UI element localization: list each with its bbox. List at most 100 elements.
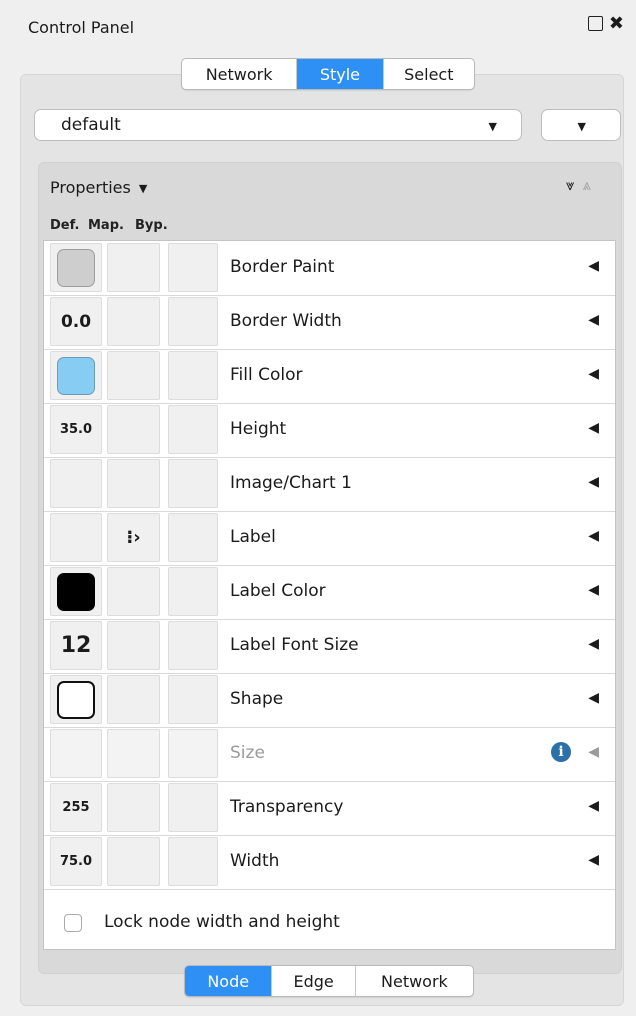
mapping-cell[interactable] bbox=[107, 405, 160, 454]
property-row-image-chart[interactable]: Image/Chart 1 ◀ bbox=[44, 457, 615, 512]
default-value-cell[interactable] bbox=[50, 459, 102, 508]
bypass-cell[interactable] bbox=[168, 783, 218, 832]
tab-style[interactable]: Style bbox=[297, 59, 384, 89]
collapse-all-icon[interactable]: ⩓ bbox=[582, 176, 590, 194]
lock-size-checkbox[interactable] bbox=[64, 914, 82, 932]
property-row-height[interactable]: 35.0 Height ◀ bbox=[44, 403, 615, 458]
style-options-button[interactable]: ▼ bbox=[541, 109, 621, 141]
property-row-border-width[interactable]: 0.0 Border Width ◀ bbox=[44, 295, 615, 350]
mapping-cell[interactable] bbox=[107, 351, 160, 400]
expand-arrow-icon[interactable]: ◀ bbox=[588, 690, 599, 706]
expand-arrow-icon[interactable]: ◀ bbox=[588, 312, 599, 328]
property-name: Width bbox=[230, 851, 280, 871]
default-value-cell[interactable] bbox=[50, 567, 102, 616]
bypass-cell[interactable] bbox=[168, 567, 218, 616]
property-row-width[interactable]: 75.0 Width ◀ bbox=[44, 835, 615, 890]
chevron-down-icon: ▼ bbox=[488, 120, 497, 133]
lock-size-label[interactable]: Lock node width and height bbox=[104, 912, 340, 932]
rectangle-shape-icon bbox=[57, 680, 95, 719]
mapping-cell[interactable] bbox=[107, 243, 160, 292]
bypass-cell[interactable] bbox=[168, 621, 218, 670]
default-value-cell[interactable] bbox=[50, 351, 102, 400]
default-value: 75.0 bbox=[59, 854, 93, 869]
mapping-cell[interactable] bbox=[107, 297, 160, 346]
default-value-cell[interactable]: 35.0 bbox=[50, 405, 102, 454]
expand-arrow-icon[interactable]: ◀ bbox=[588, 582, 599, 598]
default-value-cell[interactable] bbox=[50, 243, 102, 292]
chevron-down-icon: ▼ bbox=[577, 120, 586, 133]
expand-arrow-icon[interactable]: ◀ bbox=[588, 474, 599, 490]
mapping-cell[interactable] bbox=[107, 459, 160, 508]
bypass-cell[interactable] bbox=[168, 675, 218, 724]
tab-select[interactable]: Select bbox=[384, 59, 474, 89]
expand-arrow-icon[interactable]: ◀ bbox=[588, 366, 599, 382]
expand-arrow-icon[interactable]: ◀ bbox=[588, 852, 599, 868]
label-color-swatch bbox=[57, 572, 95, 611]
tab-edge[interactable]: Edge bbox=[272, 966, 356, 996]
bypass-cell[interactable] bbox=[168, 243, 218, 292]
property-name: Label Font Size bbox=[230, 635, 359, 655]
property-row-label-color[interactable]: Label Color ◀ bbox=[44, 565, 615, 620]
info-icon[interactable]: i bbox=[551, 742, 571, 762]
expand-arrow-icon[interactable]: ◀ bbox=[588, 798, 599, 814]
property-row-label-font-size[interactable]: 12 Label Font Size ◀ bbox=[44, 619, 615, 674]
default-value-cell[interactable]: 0.0 bbox=[50, 297, 102, 346]
default-value-cell[interactable] bbox=[50, 513, 102, 562]
property-name: Size bbox=[230, 743, 265, 763]
bypass-cell[interactable] bbox=[168, 513, 218, 562]
passthrough-mapping-icon: ⁝› bbox=[126, 527, 141, 548]
properties-table: Border Paint ◀ 0.0 Border Width ◀ Fill C… bbox=[43, 240, 616, 950]
default-value: 0.0 bbox=[60, 311, 92, 332]
bypass-cell[interactable] bbox=[168, 459, 218, 508]
bypass-cell[interactable] bbox=[168, 837, 218, 886]
properties-header-label: Properties bbox=[50, 178, 131, 197]
property-row-shape[interactable]: Shape ◀ bbox=[44, 673, 615, 728]
property-name: Border Width bbox=[230, 311, 342, 331]
property-row-size[interactable]: Size i ◀ bbox=[44, 727, 615, 782]
lock-size-row: Lock node width and height bbox=[44, 896, 615, 948]
expand-all-icon[interactable]: ⩔ bbox=[566, 176, 574, 194]
default-value: 35.0 bbox=[59, 422, 93, 437]
property-name: Fill Color bbox=[230, 365, 303, 385]
default-value-cell[interactable] bbox=[50, 675, 102, 724]
property-name: Border Paint bbox=[230, 257, 335, 277]
property-row-fill-color[interactable]: Fill Color ◀ bbox=[44, 349, 615, 404]
tab-node[interactable]: Node bbox=[185, 966, 273, 996]
property-row-border-paint[interactable]: Border Paint ◀ bbox=[44, 241, 615, 296]
property-row-transparency[interactable]: 255 Transparency ◀ bbox=[44, 781, 615, 836]
bypass-cell[interactable] bbox=[168, 405, 218, 454]
bypass-cell[interactable] bbox=[168, 297, 218, 346]
mapping-cell[interactable] bbox=[107, 837, 160, 886]
expand-arrow-icon[interactable]: ◀ bbox=[588, 420, 599, 436]
tab-network-bottom[interactable]: Network bbox=[356, 966, 473, 996]
default-value-cell bbox=[50, 729, 102, 778]
expand-arrow-icon[interactable]: ◀ bbox=[588, 528, 599, 544]
expand-arrow-icon[interactable]: ◀ bbox=[588, 636, 599, 652]
style-dropdown[interactable]: default ▼ bbox=[34, 109, 522, 141]
mapping-cell[interactable] bbox=[107, 621, 160, 670]
restore-window-icon[interactable] bbox=[587, 16, 603, 31]
expand-arrow-icon[interactable]: ◀ bbox=[588, 258, 599, 274]
expand-arrow-icon[interactable]: ◀ bbox=[588, 744, 599, 760]
default-value-cell[interactable]: 75.0 bbox=[50, 837, 102, 886]
default-value-cell[interactable]: 255 bbox=[50, 783, 102, 832]
bypass-cell[interactable] bbox=[168, 351, 218, 400]
properties-menu[interactable]: Properties ▼ bbox=[50, 178, 147, 197]
mapping-cell[interactable]: ⁝› bbox=[107, 513, 160, 562]
column-header-def: Def. bbox=[50, 218, 80, 233]
mapping-cell[interactable] bbox=[107, 783, 160, 832]
panel-title: Control Panel bbox=[28, 18, 135, 37]
property-name: Label Color bbox=[230, 581, 326, 601]
column-header-byp: Byp. bbox=[135, 218, 168, 233]
property-name: Image/Chart 1 bbox=[230, 473, 352, 493]
property-row-label[interactable]: ⁝› Label ◀ bbox=[44, 511, 615, 566]
expand-collapse-controls: ⩔ ⩓ bbox=[566, 176, 591, 194]
tab-network[interactable]: Network bbox=[182, 59, 298, 89]
default-value-cell[interactable]: 12 bbox=[50, 621, 102, 670]
close-icon[interactable]: ✖ bbox=[609, 14, 624, 32]
mapping-cell[interactable] bbox=[107, 675, 160, 724]
bypass-cell bbox=[168, 729, 218, 778]
column-header-map: Map. bbox=[88, 218, 124, 233]
mapping-cell[interactable] bbox=[107, 567, 160, 616]
default-value: 255 bbox=[62, 800, 90, 815]
